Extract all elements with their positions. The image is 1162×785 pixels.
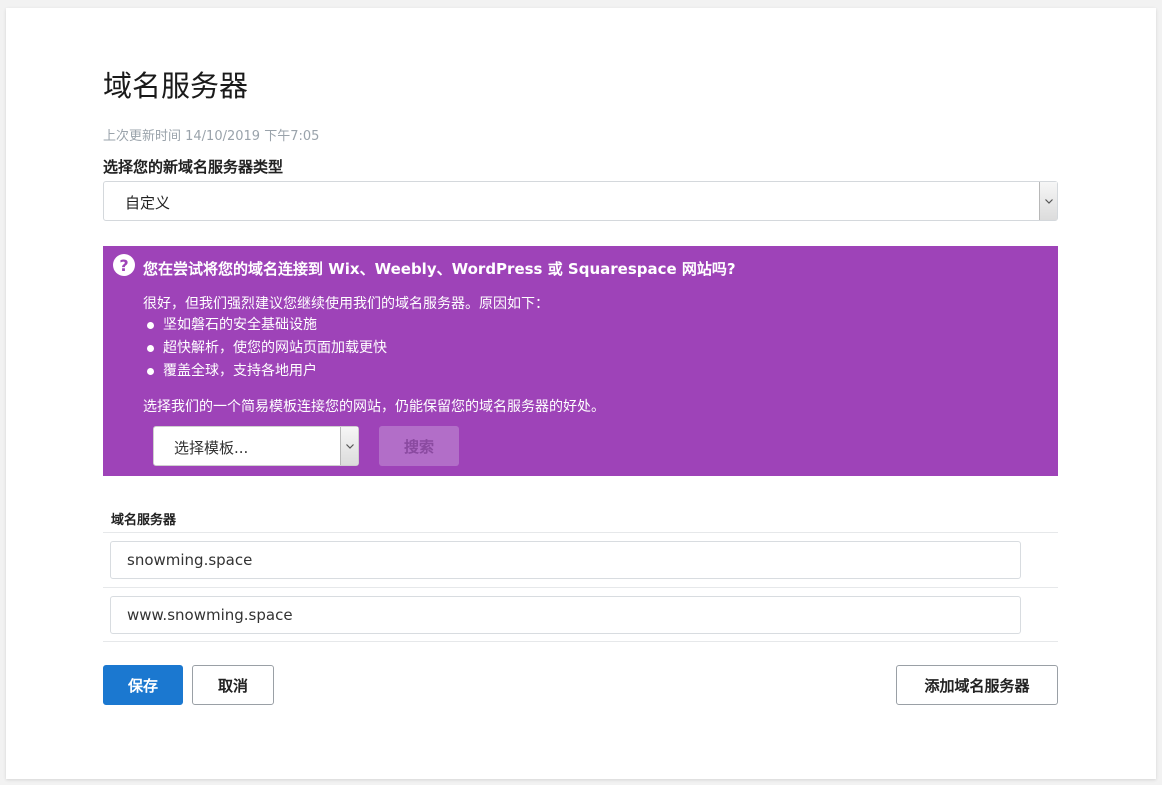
cancel-button[interactable]: 取消 [192,665,274,705]
nameserver-type-select[interactable]: 自定义 [103,181,1058,221]
question-icon: ? [113,254,135,276]
nameserver-input-2[interactable] [110,596,1021,634]
save-button[interactable]: 保存 [103,665,183,705]
nameserver-type-value: 自定义 [125,194,171,212]
page-title: 域名服务器 [103,69,249,103]
nameserver-row [103,587,1058,642]
search-button[interactable]: 搜索 [379,426,459,466]
nameserver-type-label: 选择您的新域名服务器类型 [103,158,284,176]
nameserver-card: 域名服务器 上次更新时间 14/10/2019 下午7:05 选择您的新域名服务… [6,8,1156,779]
promo-intro: 很好，但我们强烈建议您继续使用我们的域名服务器。原因如下： [143,296,549,312]
template-select[interactable]: 选择模板... [153,426,359,466]
promo-title: 您在尝试将您的域名连接到 Wix、Weebly、WordPress 或 Squa… [143,260,736,278]
chevron-down-icon [1039,182,1057,220]
nameserver-input-1[interactable] [110,541,1021,579]
promo-footer: 选择我们的一个简易模板连接您的网站，仍能保留您的域名服务器的好处。 [143,399,605,415]
last-updated-text: 上次更新时间 14/10/2019 下午7:05 [103,129,320,144]
list-item: 坚如磐石的安全基础设施 [147,316,387,339]
list-item: 覆盖全球，支持各地用户 [147,362,387,385]
list-item: 超快解析，使您的网站页面加载更快 [147,339,387,362]
nameserver-row [103,532,1058,587]
nameservers-label: 域名服务器 [111,513,177,528]
chevron-down-icon [340,427,358,465]
template-promo-banner: ? 您在尝试将您的域名连接到 Wix、Weebly、WordPress 或 Sq… [103,246,1058,476]
add-nameserver-button[interactable]: 添加域名服务器 [896,665,1058,705]
promo-reason-list: 坚如磐石的安全基础设施 超快解析，使您的网站页面加载更快 覆盖全球，支持各地用户 [147,316,387,385]
template-select-value: 选择模板... [174,439,249,457]
